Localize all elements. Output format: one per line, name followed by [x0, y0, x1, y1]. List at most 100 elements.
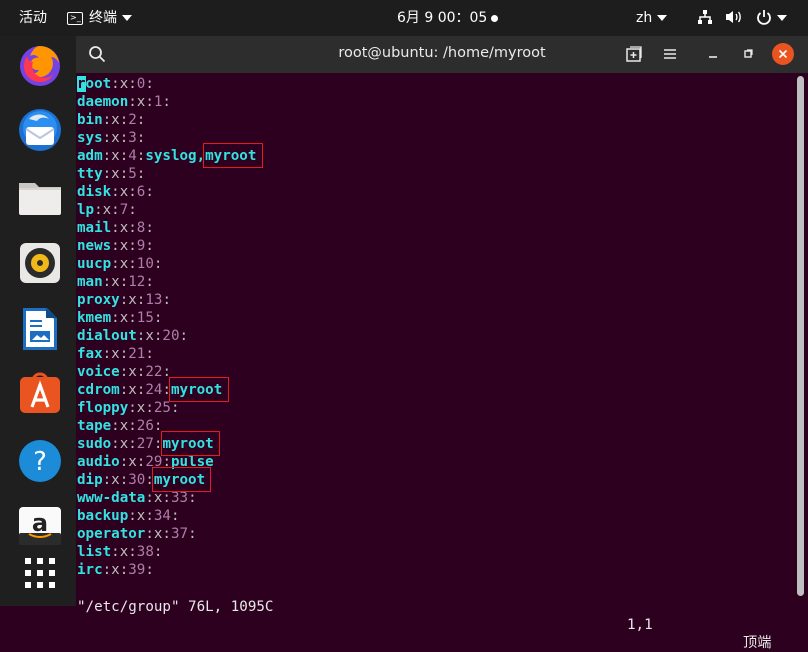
- group-line: root:x:0:: [77, 76, 154, 92]
- highlight-box: [203, 143, 263, 168]
- group-id: 33: [170, 490, 189, 506]
- top-bar: 活动 >_ 终端 6月 9 00：05 zh: [0, 0, 808, 36]
- group-id: 37: [170, 526, 189, 542]
- highlight-box: [169, 377, 229, 402]
- group-name: daemon: [77, 94, 129, 110]
- group-line: operator:x:37:: [77, 526, 197, 542]
- group-name: list: [77, 544, 112, 560]
- group-line: irc:x:39:: [77, 562, 154, 578]
- notification-dot-icon: [491, 14, 499, 22]
- vim-status-line: "/etc/group" 76L, 1095C 1,1 顶端: [77, 580, 792, 651]
- group-line: sys:x:3:: [77, 130, 146, 146]
- input-method-button[interactable]: zh: [636, 0, 668, 36]
- group-line: fax:x:21:: [77, 346, 154, 362]
- group-name: cdrom: [77, 382, 120, 398]
- network-icon: [698, 9, 712, 24]
- show-apps-icon[interactable]: [17, 550, 63, 596]
- volume-icon: [726, 10, 742, 23]
- chevron-down-icon: [122, 15, 132, 21]
- group-line: news:x:9:: [77, 238, 154, 254]
- svg-text:a: a: [32, 509, 48, 537]
- group-line: disk:x:6:: [77, 184, 154, 200]
- group-name: sudo: [77, 436, 112, 452]
- group-id: 7: [119, 202, 129, 218]
- app-menu[interactable]: >_ 终端: [67, 0, 132, 36]
- group-name: bin: [77, 112, 103, 128]
- group-line: dialout:x:20:: [77, 328, 189, 344]
- files-icon[interactable]: [17, 173, 63, 219]
- group-name: proxy: [77, 292, 120, 308]
- group-name: uucp: [77, 256, 112, 272]
- group-id: 4: [128, 148, 137, 164]
- maximize-button[interactable]: [736, 42, 760, 66]
- chevron-down-icon: [657, 15, 668, 21]
- group-name: mail: [77, 220, 112, 236]
- thunderbird-icon[interactable]: [17, 107, 63, 153]
- new-tab-button[interactable]: [622, 42, 646, 66]
- text-cursor: r: [77, 76, 86, 92]
- group-id: 39: [128, 562, 146, 578]
- group-name: fax: [77, 346, 103, 362]
- group-name: news: [77, 238, 112, 254]
- rhythmbox-icon[interactable]: [17, 240, 63, 286]
- terminal-app-icon: >_: [67, 11, 83, 25]
- scrollbar[interactable]: [797, 76, 804, 596]
- group-line: kmem:x:15:: [77, 310, 163, 326]
- group-line: bin:x:2:: [77, 112, 146, 128]
- group-id: 24: [145, 382, 163, 398]
- group-line: backup:x:34:: [77, 508, 180, 524]
- group-line: voice:x:22:: [77, 364, 171, 380]
- software-center-icon[interactable]: [17, 371, 63, 417]
- highlight-box: [160, 431, 220, 456]
- clock-label: 6月 9 00：05: [397, 10, 488, 26]
- group-name: audio: [77, 454, 120, 470]
- group-id: 3: [128, 130, 137, 146]
- group-name: floppy: [77, 400, 129, 416]
- group-name: dip: [77, 472, 103, 488]
- input-method-label: zh: [636, 10, 653, 26]
- group-id: 21: [128, 346, 146, 362]
- group-name: tape: [77, 418, 112, 434]
- app-menu-label: 终端: [89, 10, 117, 26]
- libreoffice-writer-icon[interactable]: [17, 306, 63, 352]
- group-id: 13: [145, 292, 163, 308]
- group-line: proxy:x:13:: [77, 292, 171, 308]
- close-button[interactable]: [771, 42, 795, 66]
- chevron-down-icon: [776, 15, 787, 21]
- window-title: root@ubuntu: /home/myroot: [338, 45, 546, 61]
- group-id: 22: [145, 364, 163, 380]
- group-id: 10: [136, 256, 154, 272]
- group-line: list:x:38:: [77, 544, 163, 560]
- group-name: adm: [77, 148, 103, 164]
- group-id: 27: [136, 436, 154, 452]
- activities-label: 活动: [19, 10, 47, 26]
- group-line: floppy:x:25:: [77, 400, 180, 416]
- amazon-icon[interactable]: a: [17, 503, 63, 549]
- clock-button[interactable]: 6月 9 00：05: [397, 0, 499, 36]
- group-id: 12: [128, 274, 146, 290]
- activities-button[interactable]: 活动: [19, 0, 47, 36]
- group-name: www-data: [77, 490, 146, 506]
- group-id: 26: [136, 418, 154, 434]
- minimize-button[interactable]: [701, 42, 725, 66]
- group-line: tape:x:26:: [77, 418, 163, 434]
- group-name: operator: [77, 526, 146, 542]
- group-line: lp:x:7:: [77, 202, 137, 218]
- group-name: man: [77, 274, 103, 290]
- group-name: sys: [77, 130, 103, 146]
- system-menu[interactable]: [697, 0, 787, 36]
- group-name: root: [77, 76, 112, 92]
- hamburger-menu-icon: [664, 49, 676, 59]
- group-name: lp: [77, 202, 95, 218]
- group-name: voice: [77, 364, 120, 380]
- menu-button[interactable]: [658, 42, 682, 66]
- highlight-box: [152, 467, 212, 492]
- group-line: uucp:x:10:: [77, 256, 163, 272]
- new-tab-icon: [626, 46, 642, 62]
- help-icon[interactable]: ?: [17, 438, 63, 484]
- firefox-icon[interactable]: [17, 42, 63, 88]
- group-id: 5: [128, 166, 137, 182]
- group-id: 2: [128, 112, 137, 128]
- power-icon: [757, 9, 771, 25]
- group-line: man:x:12:: [77, 274, 154, 290]
